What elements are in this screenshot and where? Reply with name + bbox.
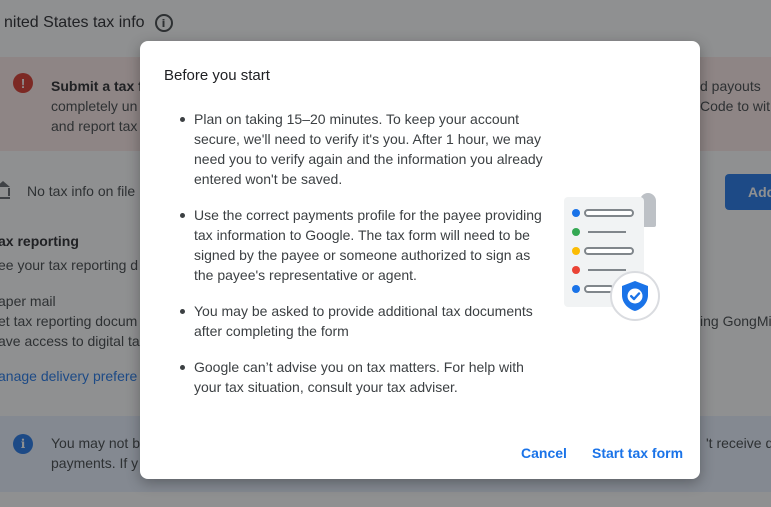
- verified-shield-icon: [610, 271, 660, 321]
- list-item: Google can’t advise you on tax matters. …: [176, 357, 550, 397]
- list-item: Plan on taking 15–20 minutes. To keep yo…: [176, 109, 550, 189]
- instructions-list: Plan on taking 15–20 minutes. To keep yo…: [176, 109, 550, 413]
- document-checklist-illustration: [562, 191, 662, 321]
- cancel-button[interactable]: Cancel: [521, 445, 567, 461]
- before-you-start-dialog: Before you start Plan on taking 15–20 mi…: [140, 41, 700, 479]
- list-item: You may be asked to provide additional t…: [176, 301, 550, 341]
- list-item: Use the correct payments profile for the…: [176, 205, 550, 285]
- start-tax-form-button[interactable]: Start tax form: [592, 445, 683, 461]
- dialog-title: Before you start: [164, 67, 270, 84]
